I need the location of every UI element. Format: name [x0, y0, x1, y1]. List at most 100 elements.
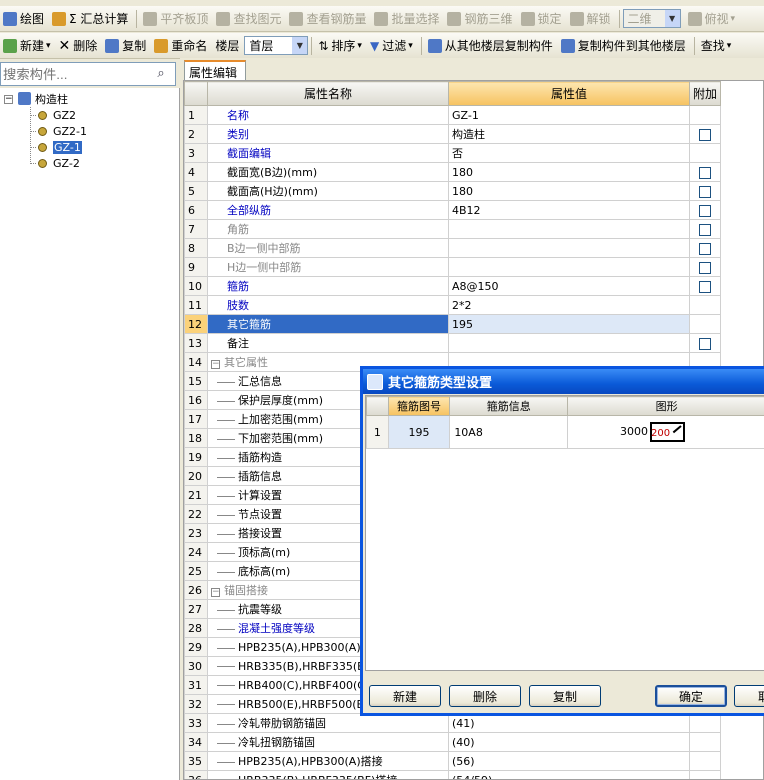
- property-value[interactable]: 195: [448, 314, 690, 334]
- checkbox[interactable]: [699, 185, 711, 198]
- property-name[interactable]: 全部纵筋: [207, 200, 449, 220]
- checkbox[interactable]: [699, 223, 711, 236]
- tree-root[interactable]: 构造柱: [18, 92, 68, 107]
- toolbar-button-3[interactable]: 查找图元: [213, 8, 284, 30]
- property-name[interactable]: HPB235(A),HPB300(A)搭接: [207, 751, 449, 771]
- checkbox[interactable]: [699, 128, 711, 141]
- toolbar-button-0[interactable]: 绘图: [0, 8, 47, 30]
- table-row[interactable]: 6 全部纵筋 4B12: [184, 200, 722, 220]
- property-value[interactable]: 否: [448, 143, 690, 163]
- table-row[interactable]: 2 类别 构造柱: [184, 124, 722, 144]
- tree-item[interactable]: GZ-1: [38, 140, 82, 155]
- property-name[interactable]: 其它箍筋: [207, 314, 449, 334]
- collapse-icon[interactable]: −: [4, 95, 13, 104]
- toolbar-button-5[interactable]: 批量选择: [371, 8, 442, 30]
- dialog-delete-button[interactable]: 删除: [449, 685, 521, 707]
- property-value[interactable]: [448, 219, 690, 239]
- copy-from-floor-button[interactable]: 从其他楼层复制构件: [425, 35, 556, 57]
- find-button[interactable]: 查找 ▾: [698, 35, 735, 57]
- property-name[interactable]: 冷轧带肋钢筋锚固: [207, 713, 449, 733]
- rename-button[interactable]: 重命名: [151, 35, 210, 57]
- property-name[interactable]: H边一侧中部筋: [207, 257, 449, 277]
- view-angle-button[interactable]: 俯视 ▾: [685, 8, 739, 30]
- property-value[interactable]: 180: [448, 181, 690, 201]
- toolbar-button-7[interactable]: 锁定: [518, 8, 565, 30]
- property-value[interactable]: (56): [448, 751, 690, 771]
- property-value[interactable]: 2*2: [448, 295, 690, 315]
- toolbar-button-4[interactable]: 查看钢筋量: [286, 8, 369, 30]
- property-value[interactable]: [448, 333, 690, 353]
- table-row[interactable]: 36HRB335(B),HRBF335(BF)搭接(54/59): [184, 770, 722, 779]
- view-mode-select[interactable]: 二维 ▼: [622, 9, 681, 28]
- tab-property-edit[interactable]: 属性编辑: [184, 60, 246, 80]
- table-row[interactable]: 12 其它箍筋 195: [184, 314, 722, 334]
- new-button[interactable]: 新建 ▾: [0, 35, 54, 57]
- property-name[interactable]: 截面宽(B边)(mm): [207, 162, 449, 182]
- property-value[interactable]: [448, 257, 690, 277]
- table-row[interactable]: 11 肢数 2*2: [184, 295, 722, 315]
- property-name[interactable]: 截面高(H边)(mm): [207, 181, 449, 201]
- property-name[interactable]: 冷轧扭钢筋锚固: [207, 732, 449, 752]
- table-row[interactable]: 10 箍筋 A8@150: [184, 276, 722, 296]
- table-row[interactable]: 1 195 10A8 3000 200: [366, 415, 764, 449]
- checkbox[interactable]: [699, 242, 711, 255]
- property-value[interactable]: (40): [448, 732, 690, 752]
- checkbox[interactable]: [699, 204, 711, 217]
- property-name[interactable]: 备注: [207, 333, 449, 353]
- sort-button[interactable]: ⇅ 排序 ▾: [315, 35, 365, 57]
- filter-button[interactable]: ▼ 过滤 ▾: [367, 35, 416, 57]
- table-row[interactable]: 35 HPB235(A),HPB300(A)搭接 (56): [184, 751, 722, 771]
- checkbox[interactable]: [699, 280, 711, 293]
- property-name[interactable]: 截面编辑: [207, 143, 449, 163]
- property-name[interactable]: 名称: [207, 105, 449, 125]
- checkbox[interactable]: [699, 166, 711, 179]
- table-row[interactable]: 7 角筋: [184, 219, 722, 239]
- checkbox[interactable]: [699, 261, 711, 274]
- table-row[interactable]: 3 截面编辑否: [184, 143, 722, 163]
- table-row[interactable]: 33 冷轧带肋钢筋锚固 (41): [184, 713, 722, 733]
- table-row[interactable]: 1 名称 GZ-1: [184, 105, 722, 125]
- property-value[interactable]: A8@150: [448, 276, 690, 296]
- property-value[interactable]: (54/59): [448, 770, 690, 779]
- collapse-icon[interactable]: −: [211, 360, 220, 369]
- table-row[interactable]: 34 冷轧扭钢筋锚固 (40): [184, 732, 722, 752]
- info-cell[interactable]: 10A8: [449, 415, 569, 449]
- table-row[interactable]: 8 B边一侧中部筋: [184, 238, 722, 258]
- toolbar-button-2[interactable]: 平齐板顶: [140, 8, 211, 30]
- property-value[interactable]: (41): [448, 713, 690, 733]
- table-row[interactable]: 13 备注: [184, 333, 722, 353]
- toolbar-button-1[interactable]: Σ 汇总计算: [49, 8, 131, 30]
- tree-item[interactable]: GZ2-1: [38, 124, 87, 139]
- property-name[interactable]: 箍筋: [207, 276, 449, 296]
- property-value[interactable]: GZ-1: [448, 105, 690, 125]
- dialog-new-button[interactable]: 新建: [369, 685, 441, 707]
- delete-button[interactable]: ✕ 删除: [56, 35, 101, 57]
- toolbar-button-6[interactable]: 钢筋三维: [444, 8, 515, 30]
- property-name[interactable]: 类别: [207, 124, 449, 144]
- search-icon[interactable]: ⌕: [150, 64, 172, 84]
- table-row[interactable]: 9 H边一侧中部筋: [184, 257, 722, 277]
- property-name[interactable]: 角筋: [207, 219, 449, 239]
- property-value[interactable]: 180: [448, 162, 690, 182]
- toolbar-button-8[interactable]: 解锁: [567, 8, 614, 30]
- dialog-title-bar[interactable]: 其它箍筋类型设置: [363, 369, 764, 394]
- tree-item[interactable]: GZ2: [38, 108, 76, 123]
- tree-item[interactable]: GZ-2: [38, 156, 80, 171]
- copy-button[interactable]: 复制: [102, 35, 149, 57]
- property-value[interactable]: [448, 238, 690, 258]
- dialog-cancel-button[interactable]: 取消: [734, 685, 764, 707]
- dialog-ok-button[interactable]: 确定: [655, 685, 727, 707]
- table-row[interactable]: 5 截面高(H边)(mm) 180: [184, 181, 722, 201]
- property-value[interactable]: 构造柱: [448, 124, 690, 144]
- property-value[interactable]: 4B12: [448, 200, 690, 220]
- collapse-icon[interactable]: −: [211, 588, 220, 597]
- property-name[interactable]: 肢数: [207, 295, 449, 315]
- checkbox[interactable]: [699, 337, 711, 350]
- shape-cell[interactable]: 3000 200: [567, 415, 764, 449]
- property-name[interactable]: B边一侧中部筋: [207, 238, 449, 258]
- floor-select[interactable]: 首层 ▼: [244, 36, 309, 55]
- dialog-copy-button[interactable]: 复制: [529, 685, 601, 707]
- table-row[interactable]: 4 截面宽(B边)(mm) 180: [184, 162, 722, 182]
- property-name[interactable]: HRB335(B),HRBF335(BF)搭接: [207, 770, 449, 779]
- shape-no-cell[interactable]: 195: [387, 415, 451, 449]
